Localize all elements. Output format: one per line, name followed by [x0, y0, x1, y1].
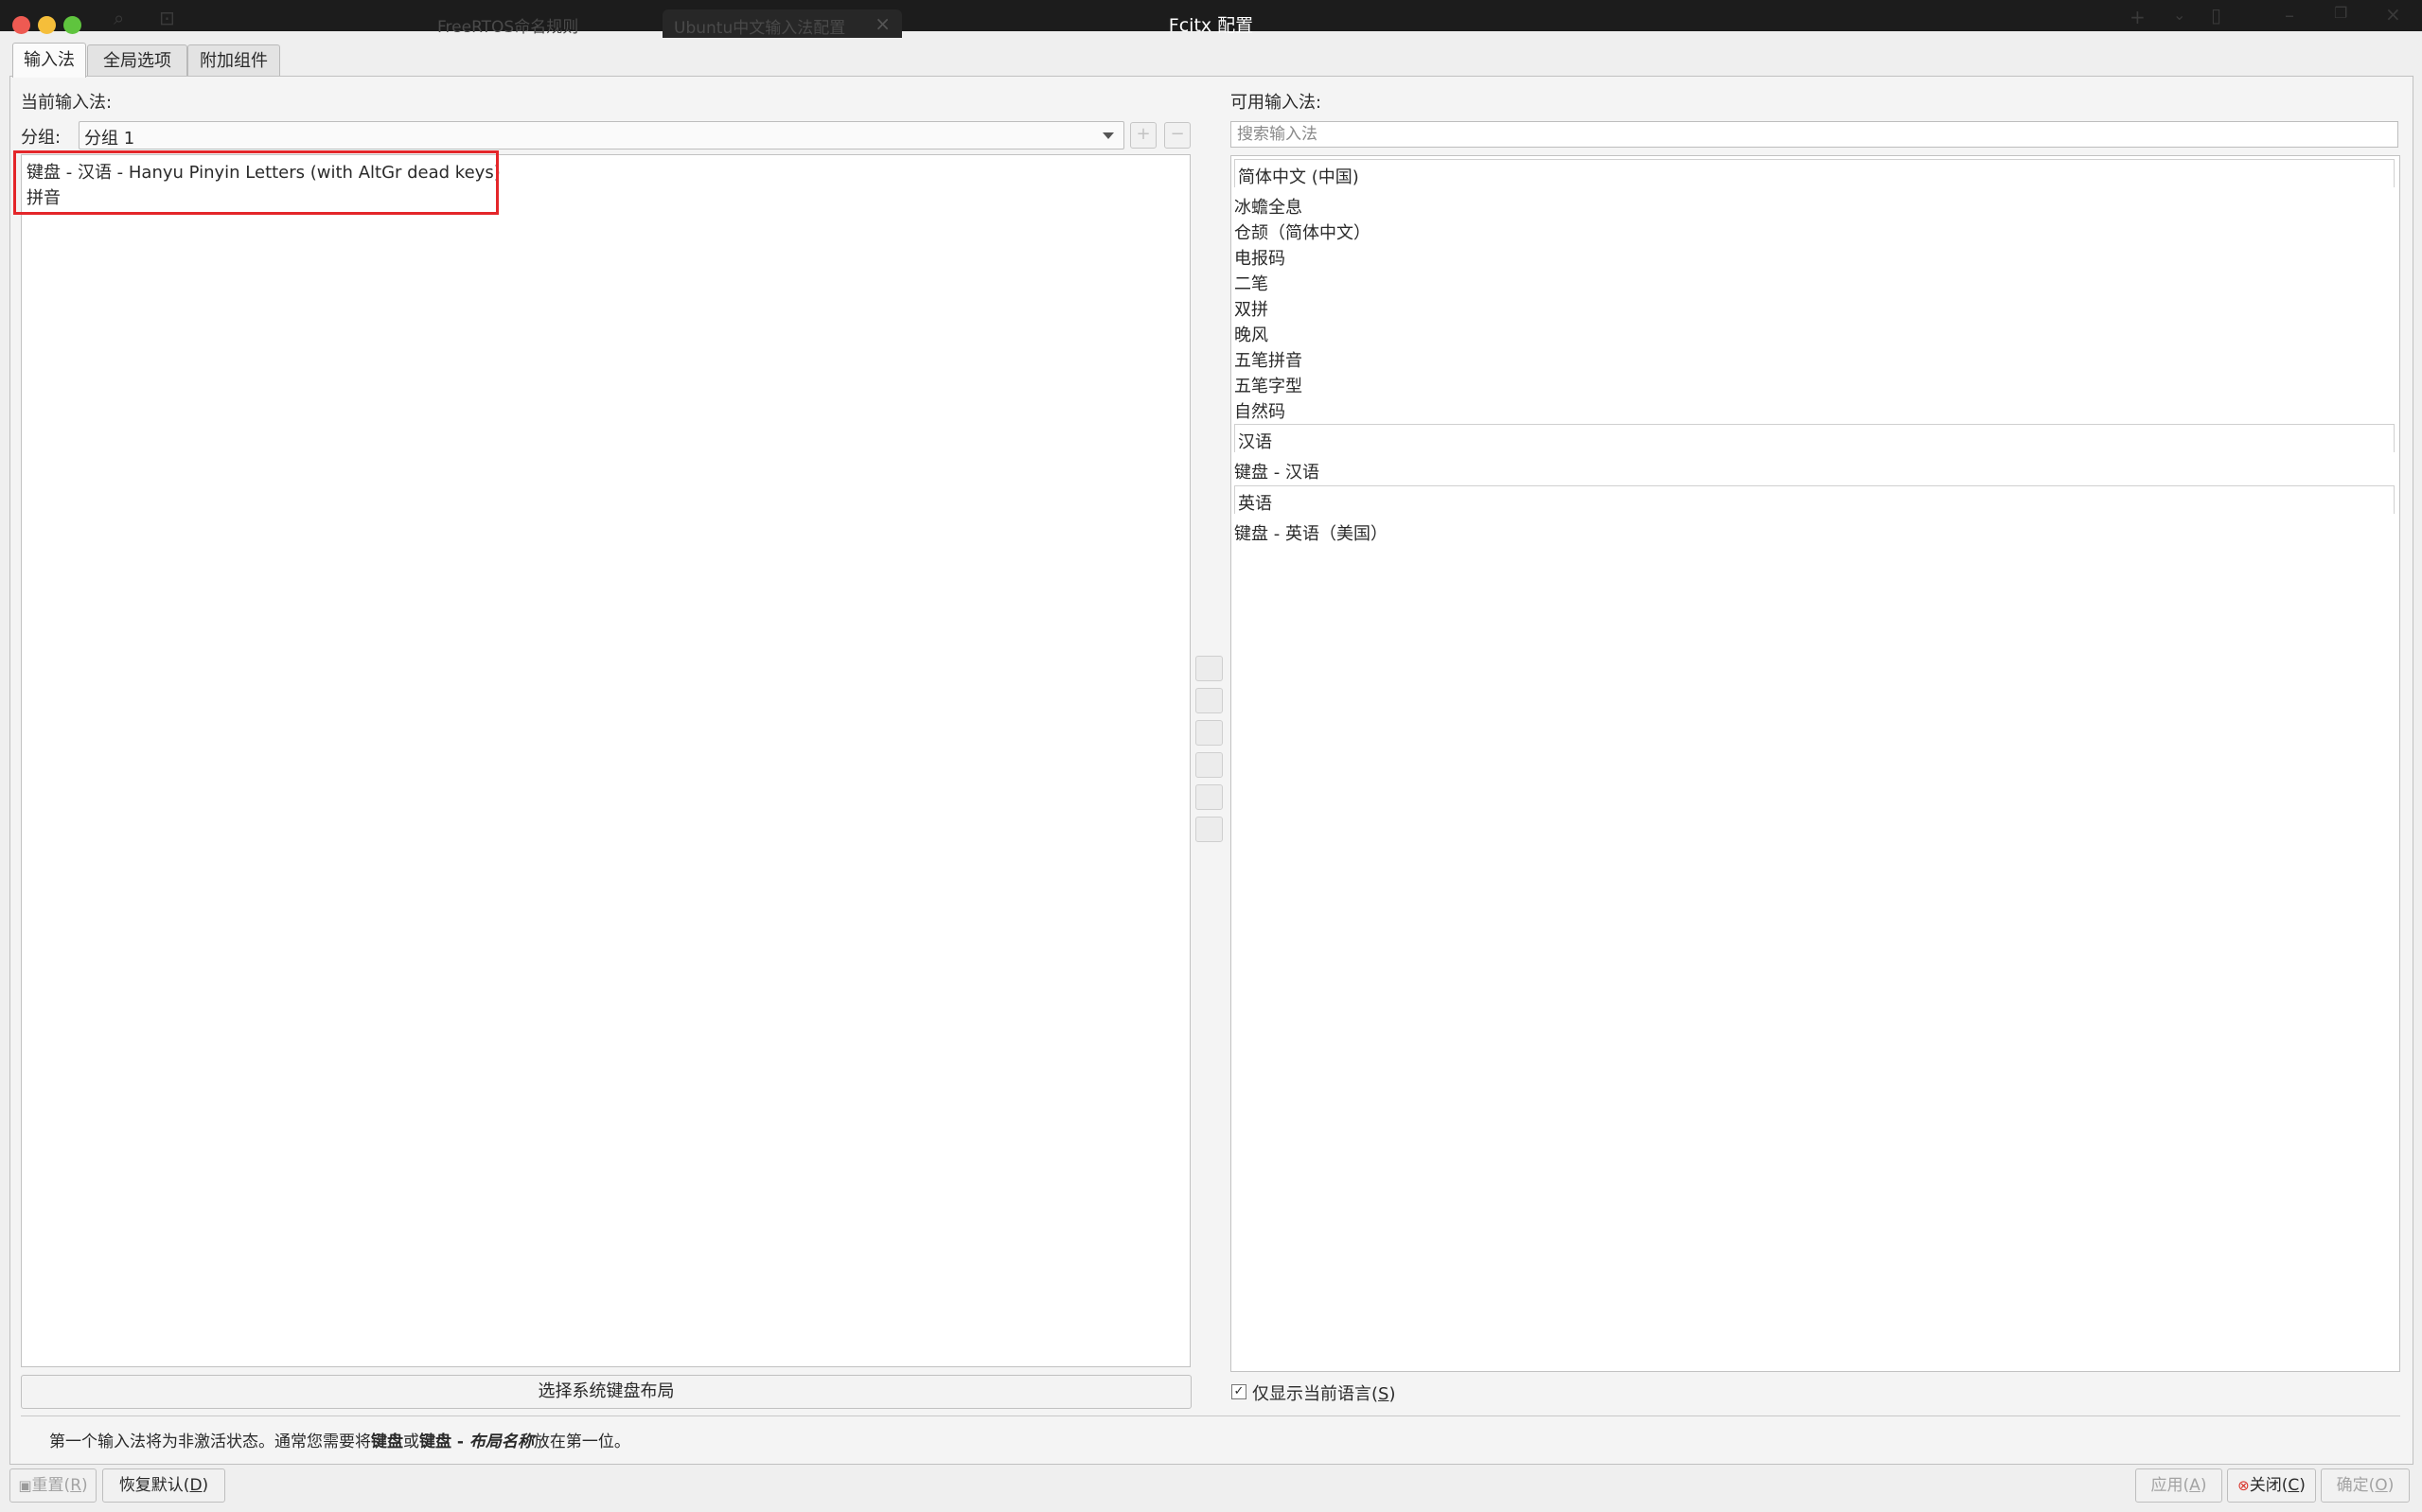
hint-part: 或 — [403, 1433, 419, 1451]
list-item[interactable]: 五笔字型 — [1234, 373, 1302, 397]
checkbox-label-end: ) — [1388, 1384, 1396, 1404]
close-shortcut: C — [2288, 1476, 2300, 1495]
move-up-button[interactable] — [1195, 720, 1223, 746]
close-icon: × — [2385, 3, 2401, 26]
list-item[interactable]: 电报码 — [1234, 245, 1285, 270]
group-header-english[interactable]: 英语 — [1234, 485, 2395, 514]
ok-end: ) — [2387, 1476, 2395, 1495]
close-label: 关闭( — [2249, 1476, 2289, 1495]
restore-end: ) — [202, 1476, 209, 1495]
highlight-annotation-box — [13, 150, 499, 215]
remove-group-button[interactable]: − — [1164, 122, 1191, 149]
hint-keyboard: 键盘 — [371, 1433, 403, 1451]
only-current-language-label[interactable]: 仅显示当前语言(S) — [1252, 1380, 1396, 1405]
reset-label: 重置( — [31, 1476, 71, 1495]
list-item[interactable]: 二笔 — [1234, 271, 1268, 295]
list-item[interactable]: 冰蟾全息 — [1234, 194, 1302, 219]
divider — [21, 1415, 2400, 1416]
new-tab-icon: + — [2130, 6, 2146, 28]
list-item[interactable]: 五笔拼音 — [1234, 347, 1302, 372]
reset-icon: ▣ — [18, 1477, 32, 1494]
group-header-chinese[interactable]: 汉语 — [1234, 424, 2395, 452]
keyboard-layout-button[interactable] — [1195, 817, 1223, 842]
restore-label: 恢复默认( — [118, 1476, 190, 1495]
group-label: 分组: — [21, 128, 62, 148]
only-current-language-checkbox[interactable]: ✓ — [1231, 1384, 1246, 1399]
group-select-value: 分组 1 — [84, 129, 135, 149]
list-item[interactable]: 键盘 - 汉语 — [1234, 459, 1319, 483]
group-select[interactable]: 分组 1 — [79, 121, 1124, 149]
apply-button[interactable]: 应用(A) — [2135, 1468, 2222, 1503]
ok-button[interactable]: 确定(O) — [2321, 1468, 2410, 1503]
group-name: 简体中文 (中国) — [1238, 167, 1359, 187]
add-group-button[interactable]: + — [1130, 122, 1157, 149]
group-name: 汉语 — [1238, 432, 1272, 452]
hint-layout-name: 布局名称 — [468, 1433, 534, 1451]
current-input-method-list[interactable]: 键盘 - 汉语 - Hanyu Pinyin Letters (with Alt… — [21, 154, 1191, 1367]
list-item[interactable]: 晚风 — [1234, 322, 1268, 346]
close-end: ) — [2299, 1476, 2306, 1495]
move-right-button[interactable] — [1195, 688, 1223, 713]
apply-shortcut: A — [2189, 1476, 2201, 1495]
reset-end: ) — [81, 1476, 88, 1495]
close-circle-icon: ⊗ — [2237, 1477, 2250, 1494]
list-item[interactable]: 仓颉（简体中文） — [1234, 220, 1370, 244]
window-title: Fcitx 配置 — [1168, 15, 1254, 36]
sidebar-icon: ▯ — [2211, 4, 2222, 26]
apply-label: 应用( — [2150, 1476, 2190, 1495]
list-item[interactable]: 自然码 — [1234, 398, 1285, 423]
chevron-down-icon: ⌄ — [2173, 6, 2186, 24]
tab-input-method[interactable]: 输入法 — [12, 43, 86, 78]
apply-end: ) — [2200, 1476, 2207, 1495]
checkbox-shortcut: S — [1378, 1384, 1389, 1404]
reset-button[interactable]: ▣重置(R) — [9, 1468, 97, 1503]
minimize-icon: – — [2285, 4, 2294, 26]
tab-global-options[interactable]: 全局选项 — [87, 44, 187, 77]
group-name: 英语 — [1238, 494, 1272, 514]
configure-button[interactable] — [1195, 784, 1223, 810]
available-input-method-list[interactable]: 简体中文 (中国) 冰蟾全息 仓颉（简体中文） 电报码 二笔 双拼 晚风 五笔拼… — [1230, 155, 2400, 1372]
ok-shortcut: O — [2375, 1476, 2388, 1495]
list-item[interactable]: 双拼 — [1234, 296, 1268, 321]
available-input-method-label: 可用输入法: — [1230, 93, 1322, 113]
tab-addons[interactable]: 附加组件 — [187, 44, 280, 77]
current-input-method-label: 当前输入法: — [21, 93, 113, 113]
move-down-button[interactable] — [1195, 752, 1223, 778]
select-keyboard-layout-button[interactable]: 选择系统键盘布局 — [21, 1375, 1192, 1409]
reset-shortcut: R — [70, 1476, 81, 1495]
hint-part: 第一个输入法将为非激活状态。通常您需要将 — [49, 1433, 371, 1451]
dropdown-arrow-icon — [1103, 132, 1114, 139]
group-header-simplified-chinese[interactable]: 简体中文 (中国) — [1234, 159, 2395, 187]
hint-part: 放在第一位。 — [533, 1433, 630, 1451]
title-bar: ⌕ ⊡ FreeRTOS命名规则 Ubuntu中文输入法配置 × Fcitx 配… — [0, 0, 2422, 38]
move-left-button[interactable] — [1195, 656, 1223, 681]
ok-label: 确定( — [2336, 1476, 2376, 1495]
close-button[interactable]: ⊗关闭(C) — [2227, 1468, 2316, 1503]
hint-keyboard-prefix: 键盘 - — [419, 1433, 469, 1451]
hint-text: 第一个输入法将为非激活状态。通常您需要将键盘或键盘 - 布局名称放在第一位。 — [49, 1428, 630, 1451]
list-item[interactable]: 键盘 - 英语（美国） — [1234, 520, 1388, 545]
checkbox-label-text: 仅显示当前语言( — [1252, 1384, 1379, 1404]
restore-defaults-button[interactable]: 恢复默认(D) — [102, 1468, 225, 1503]
search-input[interactable] — [1230, 121, 2398, 148]
restore-icon: ❐ — [2334, 4, 2348, 22]
restore-shortcut: D — [189, 1476, 203, 1495]
